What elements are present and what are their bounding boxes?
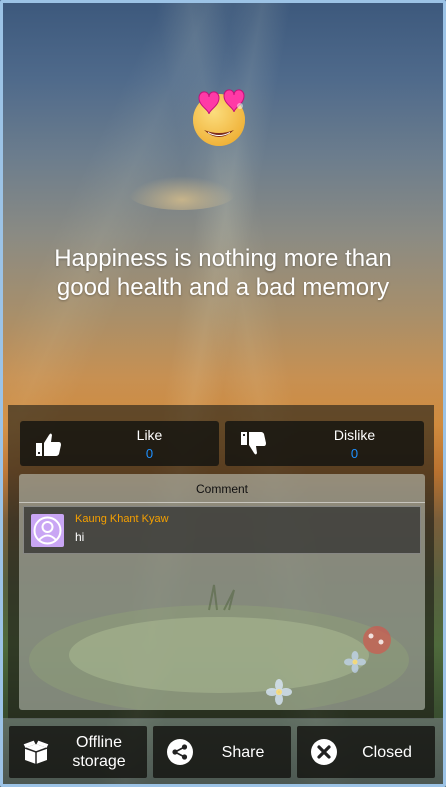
like-label: Like [136,427,163,443]
quote-line-2: good health and a bad memory [56,274,390,301]
share-label: Share [221,743,265,761]
share-button[interactable]: Share [153,726,291,778]
dislike-count: 0 [350,446,359,461]
thumbs-down-icon [241,432,266,455]
box-icon [23,739,49,764]
dislike-label: Dislike [333,427,376,443]
heart-eyes-emoji-icon [193,89,245,146]
thumbs-up-icon [36,433,61,456]
quote-line-1: Happiness is nothing more than [54,245,392,272]
offline-storage-button[interactable]: Offline storage [9,726,147,778]
closed-button[interactable]: Closed [297,726,435,778]
quote-text: Happiness is nothing more than good heal… [20,244,426,302]
comment-author: Kaung Khant Kyaw [75,513,169,525]
comment-title: Comment [195,482,248,496]
divider [19,502,425,503]
comment-section: Comment Kaung Khant Kyaw hi [19,474,425,710]
like-button[interactable]: Like 0 [20,421,219,466]
closed-label: Closed [362,743,412,761]
user-avatar-icon [31,514,64,547]
cloud-decoration [128,176,236,210]
dislike-button[interactable]: Dislike 0 [225,421,424,466]
like-count: 0 [145,446,154,461]
comment-text: hi [75,530,85,544]
offline-label-line2: storage [72,753,126,770]
share-icon [167,739,193,765]
comment-item[interactable]: Kaung Khant Kyaw hi [23,506,421,554]
offline-storage-label: Offline storage [55,726,143,778]
offline-label-line1: Offline [76,734,122,751]
close-icon [311,739,337,765]
app-screen: Happiness is nothing more than good heal… [0,0,446,787]
